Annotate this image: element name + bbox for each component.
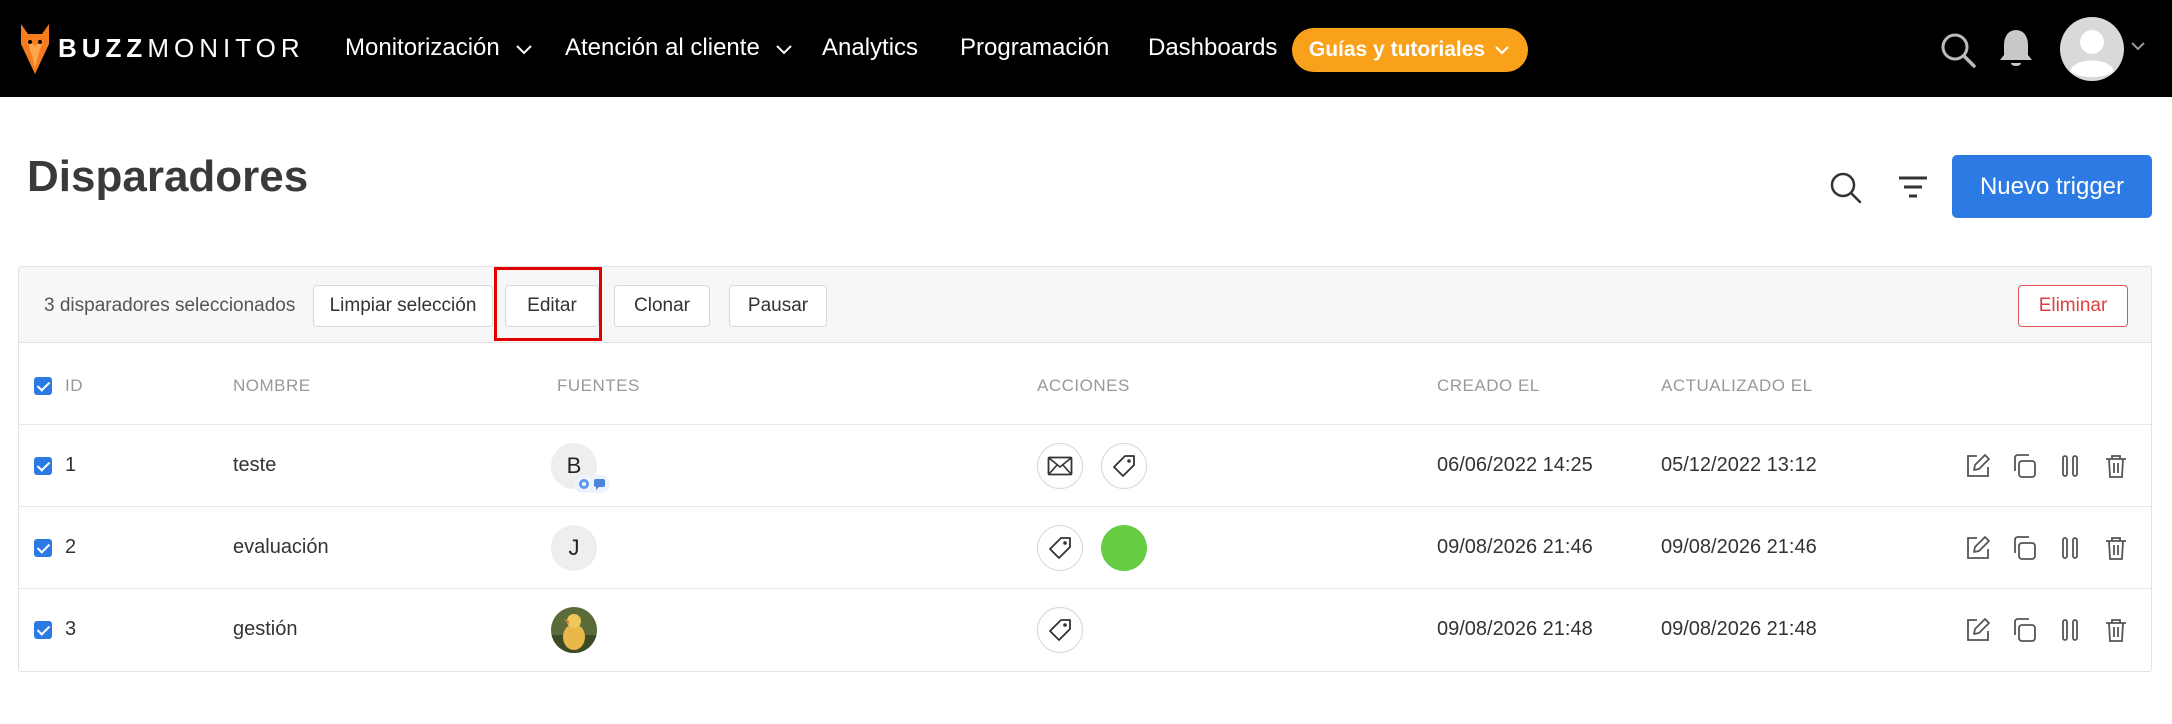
tag-icon (1049, 619, 1071, 641)
logo-text: BUZZMONITOR (58, 33, 305, 63)
row-id: 3 (65, 618, 77, 640)
table-row[interactable]: 1 teste B 06/06/2022 14:25 05/12/2022 13… (19, 425, 2151, 507)
row-checkbox[interactable] (34, 621, 52, 639)
action-email[interactable] (1037, 443, 1083, 489)
row-checkbox[interactable] (34, 539, 52, 557)
clone-icon[interactable] (2011, 453, 2037, 479)
mail-icon (1047, 456, 1073, 476)
table-row[interactable]: 2 evaluación J 09/08/2026 21:46 09/08/20… (19, 507, 2151, 589)
header-nombre[interactable]: NOMBRE (233, 376, 311, 396)
action-tag[interactable] (1101, 443, 1147, 489)
header-fuentes: FUENTES (557, 376, 640, 395)
action-tag[interactable] (1037, 525, 1083, 571)
trash-icon[interactable] (2103, 453, 2129, 479)
selection-bar: 3 disparadores seleccionados Limpiar sel… (19, 267, 2151, 343)
buzzmonitor-logo[interactable]: BUZZMONITOR (18, 18, 303, 78)
selection-count-text: 3 disparadores seleccionados (44, 295, 296, 316)
pause-icon[interactable] (2057, 617, 2083, 643)
header-creado-el[interactable]: CREADO EL (1437, 376, 1540, 396)
edit-icon[interactable] (1965, 453, 1991, 479)
search-icon[interactable] (1828, 170, 1864, 206)
action-green-dot[interactable] (1101, 525, 1147, 571)
row-checkbox[interactable] (34, 457, 52, 475)
search-icon[interactable] (1939, 31, 1977, 69)
action-tag[interactable] (1037, 607, 1083, 653)
edit-button[interactable]: Editar (505, 285, 599, 327)
clone-button[interactable]: Clonar (614, 285, 710, 327)
delete-button[interactable]: Eliminar (2018, 285, 2128, 327)
row-name[interactable]: gestión (233, 618, 298, 641)
top-navbar: BUZZMONITOR Monitorización Atención al c… (0, 0, 2172, 97)
row-name[interactable]: teste (233, 454, 276, 477)
trash-icon[interactable] (2103, 617, 2129, 643)
tag-icon (1049, 537, 1071, 559)
fox-logo-icon (21, 24, 49, 74)
source-web-icon (579, 479, 589, 489)
header-acciones: ACCIONES (1037, 376, 1130, 395)
edit-icon[interactable] (1965, 617, 1991, 643)
row-updated: 09/08/2026 21:46 (1661, 536, 1817, 558)
chevron-down-icon[interactable] (2130, 40, 2146, 52)
source-avatar: J (551, 525, 597, 571)
triggers-table-card: 3 disparadores seleccionados Limpiar sel… (18, 266, 2152, 672)
nav-monitorizacion-label: Monitorización (345, 34, 500, 61)
filter-icon[interactable] (1896, 172, 1930, 202)
source-photo-avatar (551, 607, 597, 653)
avatar[interactable] (2060, 17, 2124, 81)
nav-atencion-cliente[interactable]: Atención al cliente (565, 34, 794, 62)
row-id: 2 (65, 536, 77, 558)
row-created: 09/08/2026 21:48 (1437, 618, 1593, 640)
nav-atencion-cliente-label: Atención al cliente (565, 34, 760, 61)
clone-icon[interactable] (2011, 535, 2037, 561)
bell-icon[interactable] (1997, 27, 2035, 71)
table-header: ID NOMBRE FUENTES ACCIONES CREADO EL ACT… (19, 344, 2151, 425)
nav-dashboards[interactable]: Dashboards (1148, 34, 1277, 62)
source-chat-icon (594, 479, 605, 490)
chevron-down-icon (776, 44, 793, 55)
page-title: Disparadores (27, 152, 309, 201)
trash-icon[interactable] (2103, 535, 2129, 561)
select-all-checkbox[interactable] (34, 377, 52, 395)
table-row[interactable]: 3 gestión 09/08/2026 21:48 09/08/2026 21… (19, 589, 2151, 671)
row-updated: 09/08/2026 21:48 (1661, 618, 1817, 640)
nav-analytics[interactable]: Analytics (822, 34, 918, 62)
source-type-badge (574, 475, 610, 493)
chevron-down-icon (1495, 46, 1509, 55)
edit-icon[interactable] (1965, 535, 1991, 561)
nav-monitorizacion[interactable]: Monitorización (345, 34, 534, 62)
clear-selection-button[interactable]: Limpiar selección (313, 285, 493, 327)
row-created: 06/06/2022 14:25 (1437, 454, 1593, 476)
guides-tutorials-label: Guías y tutoriales (1308, 38, 1486, 61)
tag-icon (1113, 455, 1135, 477)
nav-programacion[interactable]: Programación (960, 34, 1109, 62)
row-updated: 05/12/2022 13:12 (1661, 454, 1817, 476)
new-trigger-button[interactable]: Nuevo trigger (1952, 155, 2152, 218)
guides-tutorials-button[interactable]: Guías y tutoriales (1292, 28, 1528, 72)
row-name[interactable]: evaluación (233, 536, 329, 559)
row-created: 09/08/2026 21:46 (1437, 536, 1593, 558)
header-actualizado-el[interactable]: ACTUALIZADO EL (1661, 376, 1813, 396)
pause-icon[interactable] (2057, 453, 2083, 479)
row-id: 1 (65, 454, 77, 476)
pause-icon[interactable] (2057, 535, 2083, 561)
clone-icon[interactable] (2011, 617, 2037, 643)
header-id[interactable]: ID (65, 376, 83, 396)
pause-button[interactable]: Pausar (729, 285, 827, 327)
chevron-down-icon (516, 44, 533, 55)
